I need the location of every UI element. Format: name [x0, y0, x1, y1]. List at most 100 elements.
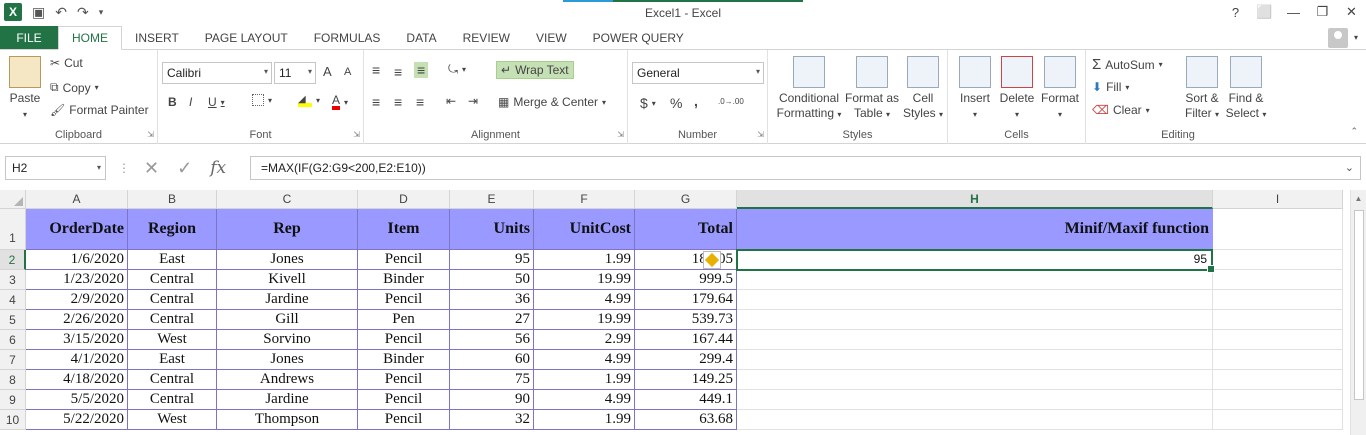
- sort-filter-button[interactable]: Sort & Filter ▾: [1182, 56, 1222, 122]
- table-cell[interactable]: Sorvino: [217, 330, 358, 350]
- borders-button[interactable]: ▾: [252, 94, 272, 106]
- row-header-2[interactable]: 2: [0, 250, 26, 270]
- table-cell[interactable]: Pencil: [358, 410, 450, 430]
- fill-button[interactable]: ⬇ Fill ▾: [1092, 80, 1129, 94]
- bold-button[interactable]: B: [168, 95, 177, 109]
- column-header-e[interactable]: E: [450, 190, 534, 209]
- table-cell[interactable]: 149.25: [635, 370, 737, 390]
- row-header-9[interactable]: 9: [0, 390, 26, 410]
- header-cell-b[interactable]: Region: [128, 209, 217, 250]
- table-cell[interactable]: Pencil: [358, 250, 450, 270]
- table-cell[interactable]: East: [128, 250, 217, 270]
- top-align-button[interactable]: ≡: [372, 62, 380, 78]
- table-cell[interactable]: 19.99: [534, 310, 635, 330]
- error-check-icon[interactable]: [703, 251, 721, 269]
- formula-input[interactable]: =MAX(IF(G2:G9<200,E2:E10)) ⌄: [250, 156, 1361, 180]
- tab-home[interactable]: HOME: [58, 26, 122, 50]
- center-button[interactable]: ≡: [394, 94, 402, 110]
- format-cells-button[interactable]: Format ▾: [1038, 56, 1082, 122]
- cut-button[interactable]: ✂ Cut: [50, 56, 83, 70]
- header-cell-h[interactable]: Minif/Maxif function: [737, 209, 1213, 250]
- table-cell[interactable]: Pencil: [358, 330, 450, 350]
- empty-cell[interactable]: [1213, 390, 1343, 410]
- table-cell[interactable]: 1/23/2020: [26, 270, 128, 290]
- table-cell[interactable]: 5/22/2020: [26, 410, 128, 430]
- number-format-combo[interactable]: General ▾: [632, 62, 764, 84]
- tab-page-layout[interactable]: PAGE LAYOUT: [192, 26, 301, 49]
- table-cell[interactable]: 36: [450, 290, 534, 310]
- increase-decimal-button[interactable]: .0→.00: [718, 97, 744, 106]
- find-select-button[interactable]: Find & Select ▾: [1224, 56, 1268, 122]
- table-cell[interactable]: 1.99: [534, 410, 635, 430]
- select-all-button[interactable]: [0, 190, 26, 209]
- table-cell[interactable]: 4.99: [534, 390, 635, 410]
- delete-cells-button[interactable]: Delete ▾: [996, 56, 1038, 122]
- table-cell[interactable]: West: [128, 410, 217, 430]
- vertical-scrollbar[interactable]: ▲: [1350, 190, 1366, 435]
- font-color-button[interactable]: A ▾: [332, 94, 348, 110]
- table-cell[interactable]: 4/1/2020: [26, 350, 128, 370]
- table-cell[interactable]: 2/9/2020: [26, 290, 128, 310]
- column-header-h[interactable]: H: [737, 190, 1213, 209]
- selected-cell-h2[interactable]: 95: [736, 249, 1215, 273]
- empty-cell[interactable]: [737, 330, 1213, 350]
- row-header-5[interactable]: 5: [0, 310, 26, 330]
- collapse-ribbon-icon[interactable]: ⌃: [1350, 126, 1358, 137]
- table-cell[interactable]: Jones: [217, 250, 358, 270]
- column-header-i[interactable]: I: [1213, 190, 1343, 209]
- column-header-b[interactable]: B: [128, 190, 217, 209]
- font-launcher-icon[interactable]: ⇲: [353, 130, 360, 139]
- table-cell[interactable]: Central: [128, 290, 217, 310]
- row-header-7[interactable]: 7: [0, 350, 26, 370]
- table-cell[interactable]: 19.99: [534, 270, 635, 290]
- table-cell[interactable]: Thompson: [217, 410, 358, 430]
- table-cell[interactable]: 2/26/2020: [26, 310, 128, 330]
- table-cell[interactable]: 56: [450, 330, 534, 350]
- underline-button[interactable]: U ▾: [208, 95, 225, 109]
- ribbon-display-options-button[interactable]: ⬜: [1250, 0, 1279, 24]
- empty-cell[interactable]: [1213, 330, 1343, 350]
- column-header-a[interactable]: A: [26, 190, 128, 209]
- header-cell-c[interactable]: Rep: [217, 209, 358, 250]
- column-header-c[interactable]: C: [217, 190, 358, 209]
- tab-review[interactable]: REVIEW: [450, 26, 523, 49]
- table-cell[interactable]: 95: [450, 250, 534, 270]
- clipboard-launcher-icon[interactable]: ⇲: [147, 130, 154, 139]
- column-header-d[interactable]: D: [358, 190, 450, 209]
- table-cell[interactable]: 5/5/2020: [26, 390, 128, 410]
- empty-cell[interactable]: [737, 390, 1213, 410]
- empty-cell[interactable]: [737, 410, 1213, 430]
- header-cell-a[interactable]: OrderDate: [26, 209, 128, 250]
- number-launcher-icon[interactable]: ⇲: [757, 130, 764, 139]
- table-cell[interactable]: Binder: [358, 270, 450, 290]
- column-header-f[interactable]: F: [534, 190, 635, 209]
- table-cell[interactable]: West: [128, 330, 217, 350]
- table-cell[interactable]: 189.05: [635, 250, 737, 270]
- table-cell[interactable]: 449.1: [635, 390, 737, 410]
- table-cell[interactable]: Pencil: [358, 290, 450, 310]
- fill-color-button[interactable]: ◢ ▾: [298, 94, 320, 107]
- tab-formulas[interactable]: FORMULAS: [301, 26, 394, 49]
- table-cell[interactable]: 3/15/2020: [26, 330, 128, 350]
- table-cell[interactable]: Jones: [217, 350, 358, 370]
- table-cell[interactable]: 75: [450, 370, 534, 390]
- table-cell[interactable]: 2.99: [534, 330, 635, 350]
- row-header-4[interactable]: 4: [0, 290, 26, 310]
- table-cell[interactable]: Pen: [358, 310, 450, 330]
- decrease-indent-button[interactable]: ⇤: [446, 94, 456, 108]
- header-cell-e[interactable]: Units: [450, 209, 534, 250]
- avatar[interactable]: [1327, 27, 1348, 48]
- row-header-8[interactable]: 8: [0, 370, 26, 390]
- user-account[interactable]: ▾: [1327, 26, 1366, 49]
- help-button[interactable]: ?: [1221, 0, 1250, 24]
- table-cell[interactable]: 50: [450, 270, 534, 290]
- table-cell[interactable]: Central: [128, 390, 217, 410]
- table-cell[interactable]: East: [128, 350, 217, 370]
- grow-font-button[interactable]: A: [323, 64, 332, 79]
- empty-cell[interactable]: [737, 290, 1213, 310]
- table-cell[interactable]: Gill: [217, 310, 358, 330]
- formula-bar-splitter-icon[interactable]: ⋮: [118, 161, 130, 175]
- insert-function-icon[interactable]: fx: [210, 158, 226, 178]
- empty-cell[interactable]: [737, 270, 1213, 290]
- tab-data[interactable]: DATA: [393, 26, 449, 49]
